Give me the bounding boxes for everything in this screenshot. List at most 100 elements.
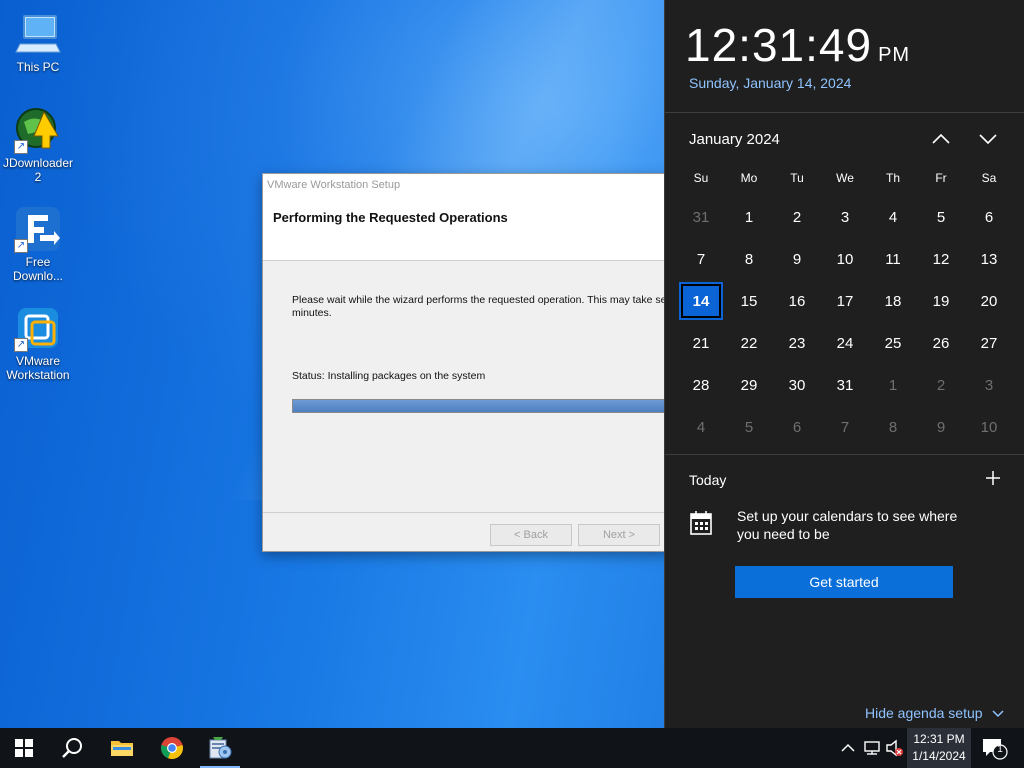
computer-icon <box>14 10 62 58</box>
dialog-separator <box>263 512 671 513</box>
calendar-day-grid: 31 1 2 3 4 5 6 7 8 9 10 11 12 13 14 15 16 17 18 19 20 21 22 23 2… <box>677 196 1013 448</box>
start-button[interactable] <box>0 728 48 768</box>
vmware-setup-taskbar-button[interactable] <box>196 728 244 768</box>
today-highlight: 14 <box>679 282 723 320</box>
file-explorer-button[interactable] <box>98 728 146 768</box>
calendar-day[interactable]: 22 <box>725 322 773 364</box>
calendar-day[interactable]: 31 <box>677 196 725 238</box>
show-hidden-icons-button[interactable] <box>838 738 858 758</box>
search-button[interactable] <box>48 728 96 768</box>
volume-muted-icon <box>886 739 903 757</box>
calendar-day[interactable]: 2 <box>773 196 821 238</box>
calendar-day[interactable]: 12 <box>917 238 965 280</box>
desktop-icon-jdownloader[interactable]: ↗ JDownloader 2 <box>0 106 76 184</box>
network-status-button[interactable] <box>862 738 882 758</box>
calendar-day[interactable]: 11 <box>869 238 917 280</box>
folder-icon <box>111 741 133 756</box>
dialog-header: VMware Workstation Setup Performing the … <box>263 174 671 261</box>
weekday-label: We <box>836 171 854 185</box>
taskbar-clock-button[interactable]: 12:31 PM 1/14/2024 <box>907 728 971 768</box>
long-date-link[interactable]: Sunday, January 14, 2024 <box>689 75 851 91</box>
calendar-day[interactable]: 6 <box>965 196 1013 238</box>
calendar-day[interactable]: 9 <box>917 406 965 448</box>
desktop-icon-this-pc[interactable]: This PC <box>0 10 76 74</box>
calendar-day[interactable]: 20 <box>965 280 1013 322</box>
calendar-day[interactable]: 17 <box>821 280 869 322</box>
calendar-day[interactable]: 31 <box>821 364 869 406</box>
desktop-icon-vmware-workstation[interactable]: ↗ VMware Workstation <box>0 304 76 382</box>
weekday-label: Fr <box>935 171 947 185</box>
back-button[interactable]: < Back <box>490 524 572 546</box>
desktop-icon-label: JDownloader 2 <box>2 156 74 184</box>
next-month-button[interactable] <box>976 128 1000 150</box>
dialog-body-text: Please wait while the wizard performs th… <box>292 294 671 319</box>
add-event-button[interactable] <box>983 468 1003 488</box>
calendar-day[interactable]: 21 <box>677 322 725 364</box>
dialog-title: VMware Workstation Setup <box>267 179 401 191</box>
calendar-day[interactable]: 4 <box>869 196 917 238</box>
calendar-day[interactable]: 6 <box>773 406 821 448</box>
chevron-up-icon <box>932 133 950 144</box>
hide-agenda-label: Hide agenda setup <box>865 705 983 721</box>
progress-bar-fill <box>293 400 671 412</box>
calendar-day[interactable]: 2 <box>917 364 965 406</box>
agenda-today-label: Today <box>689 472 727 488</box>
calendar-day[interactable]: 16 <box>773 280 821 322</box>
desktop-icon-free-download-manager[interactable]: ↗ Free Downlo... <box>0 205 76 283</box>
chevron-down-icon <box>992 705 1004 721</box>
action-center-button[interactable]: 1 <box>980 736 1008 760</box>
taskbar: 12:31 PM 1/14/2024 1 <box>0 728 1024 768</box>
calendar-day[interactable]: 5 <box>917 196 965 238</box>
weekday-label: Su <box>693 171 709 185</box>
calendar-day[interactable]: 24 <box>821 322 869 364</box>
calendar-icon <box>689 510 713 536</box>
desktop-icon-label: Free Downlo... <box>12 255 64 283</box>
calendar-day[interactable]: 30 <box>773 364 821 406</box>
calendar-day[interactable]: 15 <box>725 280 773 322</box>
calendar-day[interactable]: 27 <box>965 322 1013 364</box>
hide-agenda-setup-link[interactable]: Hide agenda setup <box>865 705 1004 721</box>
chevron-up-icon <box>841 743 855 752</box>
calendar-day[interactable]: 18 <box>869 280 917 322</box>
calendar-day[interactable]: 9 <box>773 238 821 280</box>
calendar-day[interactable]: 19 <box>917 280 965 322</box>
month-year-label[interactable]: January 2024 <box>689 131 780 148</box>
weekday-label: Mo <box>740 171 758 185</box>
search-icon <box>62 738 82 758</box>
calendar-day[interactable]: 1 <box>869 364 917 406</box>
calendar-day[interactable]: 3 <box>965 364 1013 406</box>
shortcut-arrow-icon: ↗ <box>14 338 28 352</box>
calendar-day[interactable]: 4 <box>677 406 725 448</box>
calendar-day[interactable]: 25 <box>869 322 917 364</box>
chrome-button[interactable] <box>148 728 196 768</box>
volume-button[interactable] <box>884 738 904 758</box>
flyout-separator <box>665 112 1024 113</box>
previous-month-button[interactable] <box>929 128 953 150</box>
calendar-day[interactable]: 23 <box>773 322 821 364</box>
clock-ampm: PM <box>878 44 911 66</box>
desktop-icon-label: This PC <box>16 60 60 74</box>
calendar-day[interactable]: 26 <box>917 322 965 364</box>
flyout-clock: 12:31:49 PM <box>685 18 910 72</box>
calendar-day[interactable]: 7 <box>677 238 725 280</box>
weekday-label: Sa <box>981 171 997 185</box>
calendar-day[interactable]: 13 <box>965 238 1013 280</box>
vmware-icon: ↗ <box>14 304 62 352</box>
calendar-day[interactable]: 28 <box>677 364 725 406</box>
calendar-day[interactable]: 1 <box>725 196 773 238</box>
weekday-label: Tu <box>790 171 804 185</box>
calendar-day[interactable]: 3 <box>821 196 869 238</box>
calendar-day[interactable]: 10 <box>821 238 869 280</box>
calendar-day[interactable]: 8 <box>869 406 917 448</box>
get-started-button[interactable]: Get started <box>735 566 953 598</box>
calendar-day[interactable]: 10 <box>965 406 1013 448</box>
calendar-day-today[interactable]: 14 <box>677 280 725 322</box>
calendar-day[interactable]: 8 <box>725 238 773 280</box>
flyout-separator <box>665 454 1024 455</box>
install-progress-bar <box>292 399 671 413</box>
next-button[interactable]: Next > <box>578 524 660 546</box>
calendar-day[interactable]: 5 <box>725 406 773 448</box>
calendar-day[interactable]: 7 <box>821 406 869 448</box>
notification-count: 1 <box>997 744 1003 755</box>
calendar-day[interactable]: 29 <box>725 364 773 406</box>
